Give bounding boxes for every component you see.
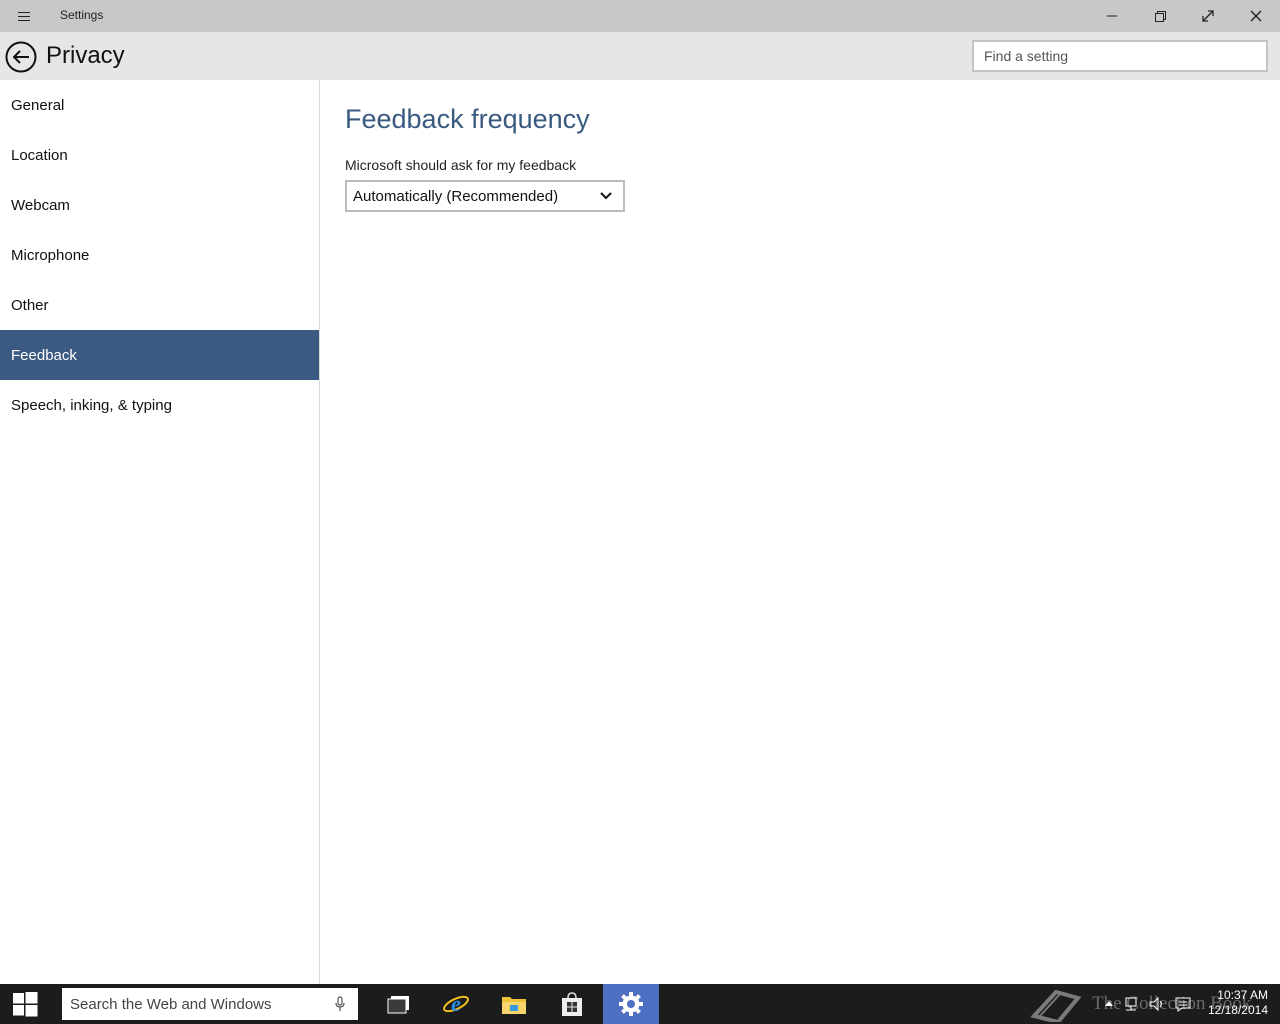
feedback-frequency-label: Microsoft should ask for my feedback [345, 157, 577, 173]
sidebar-item-other[interactable]: Other [0, 280, 319, 330]
page-header: Privacy [0, 32, 1280, 80]
sidebar-item-speech-inking-typing[interactable]: Speech, inking, & typing [0, 380, 319, 430]
minimize-button[interactable] [1088, 0, 1136, 32]
close-icon [1250, 10, 1262, 22]
task-view-button[interactable] [371, 984, 427, 1024]
action-center-icon[interactable] [1174, 996, 1192, 1012]
start-button[interactable] [0, 984, 50, 1024]
page-title: Privacy [46, 42, 125, 69]
book-logo-icon [1030, 989, 1082, 1022]
sidebar-item-general[interactable]: General [0, 80, 319, 130]
fullscreen-button[interactable] [1184, 0, 1232, 32]
title-bar: Settings [0, 0, 1280, 32]
taskbar-clock[interactable]: 10:37 AM 12/18/2014 [1208, 988, 1268, 1018]
sidebar-item-location[interactable]: Location [0, 130, 319, 180]
taskbar-search-placeholder: Search the Web and Windows [70, 995, 272, 1013]
feedback-frequency-dropdown[interactable]: Automatically (Recommended) [345, 180, 625, 212]
gear-icon [619, 992, 643, 1016]
clock-time: 10:37 AM [1217, 988, 1268, 1002]
close-button[interactable] [1232, 0, 1280, 32]
settings-app-button[interactable] [603, 984, 659, 1024]
find-setting-input[interactable] [972, 40, 1268, 72]
dropdown-selected-value: Automatically (Recommended) [353, 187, 559, 205]
folder-icon [502, 997, 526, 1014]
restore-button[interactable] [1136, 0, 1184, 32]
internet-explorer-icon: e [443, 991, 469, 1016]
minimize-icon [1107, 15, 1117, 17]
sidebar-item-feedback[interactable]: Feedback [0, 330, 319, 380]
main-content: Feedback frequency Microsoft should ask … [321, 80, 1280, 984]
volume-icon[interactable] [1148, 996, 1166, 1012]
clock-date: 12/18/2014 [1207, 1003, 1268, 1017]
hamburger-menu-icon[interactable] [8, 4, 40, 28]
section-title: Feedback frequency [345, 104, 590, 134]
window-title: Settings [60, 8, 104, 22]
system-tray [1104, 984, 1192, 1024]
taskbar: Search the Web and Windows e The Collect… [0, 984, 1280, 1024]
file-explorer-button[interactable] [486, 984, 542, 1024]
restore-icon [1155, 11, 1166, 22]
network-icon[interactable] [1122, 996, 1140, 1012]
store-bag-icon [562, 992, 582, 1016]
sidebar-item-webcam[interactable]: Webcam [0, 180, 319, 230]
svg-text:e: e [451, 991, 461, 1016]
windows-logo-icon [13, 992, 38, 1017]
sidebar-item-microphone[interactable]: Microphone [0, 230, 319, 280]
task-view-icon [387, 996, 409, 1014]
chevron-down-icon [600, 192, 612, 200]
show-hidden-icons-icon[interactable] [1104, 999, 1114, 1009]
back-arrow-icon [5, 41, 37, 73]
internet-explorer-button[interactable]: e [428, 984, 484, 1024]
sidebar: General Location Webcam Microphone Other… [0, 80, 320, 984]
back-button[interactable] [4, 40, 38, 74]
expand-icon [1202, 10, 1214, 22]
taskbar-search-box[interactable]: Search the Web and Windows [62, 988, 358, 1020]
store-button[interactable] [544, 984, 600, 1024]
microphone-icon[interactable] [334, 996, 346, 1012]
